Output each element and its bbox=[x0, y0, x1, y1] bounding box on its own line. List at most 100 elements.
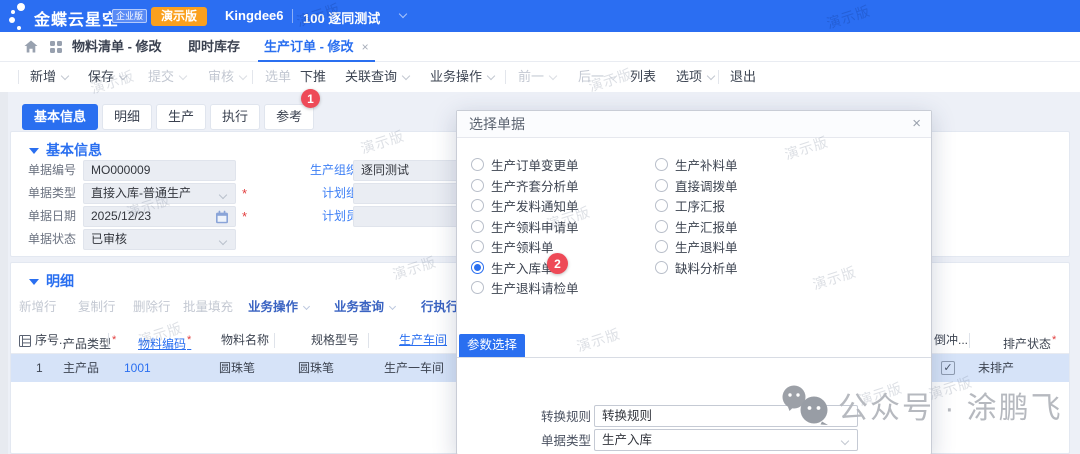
new-button[interactable]: 新增 bbox=[30, 62, 68, 92]
detail-section-header[interactable]: 明细 bbox=[29, 271, 74, 291]
tab-inventory[interactable]: 即时库存 bbox=[188, 32, 240, 62]
dialog-bill-type-select[interactable]: 生产入库 bbox=[594, 429, 858, 451]
tab-detail[interactable]: 明细 bbox=[102, 104, 152, 130]
field-label: 单据日期 bbox=[11, 206, 76, 227]
col-backflush[interactable]: 倒冲... bbox=[934, 327, 968, 354]
chevron-down-icon bbox=[219, 237, 227, 245]
option-shortage-analysis[interactable]: 缺料分析单 bbox=[655, 259, 738, 276]
radio-icon bbox=[655, 261, 668, 274]
cell-seq: 1 bbox=[36, 354, 43, 382]
option-picking-apply[interactable]: 生产领料申请单 bbox=[471, 218, 579, 235]
col-workshop[interactable]: 生产车间 bbox=[399, 327, 447, 354]
option-process-report[interactable]: 工序汇报 bbox=[655, 197, 725, 214]
cell-spec: 圆珠笔 bbox=[298, 354, 334, 382]
tab-execution[interactable]: 执行 bbox=[210, 104, 260, 130]
related-query-button[interactable]: 关联查询 bbox=[345, 62, 409, 92]
row-business-query-button[interactable]: 业务查询 bbox=[334, 297, 395, 317]
product-name: Kingdee6 bbox=[225, 8, 284, 23]
basic-info-section-header[interactable]: 基本信息 bbox=[29, 140, 102, 160]
option-inbound-bill[interactable]: 生产入库单 bbox=[471, 259, 554, 276]
tab-reference[interactable]: 参考 bbox=[264, 104, 314, 130]
options-button[interactable]: 选项 bbox=[676, 62, 714, 92]
tab-material-list[interactable]: 物料清单 - 修改 bbox=[72, 32, 162, 62]
cell-material-code[interactable]: 1001 bbox=[124, 354, 151, 382]
radio-icon bbox=[655, 179, 668, 192]
bill-status-select[interactable]: 已审核 bbox=[83, 229, 236, 250]
option-return-inspect[interactable]: 生产退料请检单 bbox=[471, 279, 579, 296]
account-chevron-down-icon[interactable] bbox=[399, 10, 407, 18]
list-button[interactable]: 列表 bbox=[630, 62, 656, 92]
radio-icon bbox=[471, 240, 484, 253]
radio-icon bbox=[655, 199, 668, 212]
toolbar-divider bbox=[505, 70, 506, 84]
backflush-checkbox[interactable]: ✓ bbox=[941, 361, 955, 375]
field-label-link: 生产组织 bbox=[293, 160, 358, 181]
batch-fill-button[interactable]: 批量填充 bbox=[183, 297, 233, 317]
cell-workshop: 生产一车间 bbox=[384, 354, 444, 382]
col-seq[interactable]: 序号.. bbox=[35, 327, 66, 354]
select-bill-dialog: 选择单据 × 生产订单变更单 生产齐套分析单 生产发料通知单 生产领料申请单 生… bbox=[456, 110, 932, 454]
param-select-tab[interactable]: 参数选择 bbox=[459, 334, 525, 357]
radio-icon bbox=[471, 281, 484, 294]
dialog-title: 选择单据 bbox=[457, 111, 931, 138]
tab-close-icon[interactable]: × bbox=[362, 40, 369, 54]
row-execute-button[interactable]: 行执行 bbox=[421, 297, 459, 317]
topbar-divider bbox=[292, 9, 293, 23]
convert-rule-input[interactable]: 转换规则 bbox=[594, 405, 858, 427]
required-star: * bbox=[1052, 334, 1056, 346]
tab-production-order[interactable]: 生产订单 - 修改× bbox=[258, 32, 375, 62]
field-label-link: 计划员 bbox=[293, 206, 358, 227]
collapse-triangle-icon[interactable] bbox=[29, 279, 39, 285]
required-star: * bbox=[187, 334, 191, 346]
option-issue-notice[interactable]: 生产发料通知单 bbox=[471, 197, 579, 214]
step-badge-1: 1 bbox=[301, 89, 320, 108]
option-order-change[interactable]: 生产订单变更单 bbox=[471, 156, 579, 173]
option-material-return[interactable]: 生产退料单 bbox=[655, 238, 738, 255]
top-bar: 金蝶云星空 企业版 演示版 Kingdee6 100 逐同测试 bbox=[0, 0, 1080, 32]
tab-production[interactable]: 生产 bbox=[156, 104, 206, 130]
apps-grid-icon[interactable] bbox=[50, 41, 62, 53]
previous-button[interactable]: 前一 bbox=[518, 62, 556, 92]
bill-no-field[interactable]: MO000009 bbox=[83, 160, 236, 181]
bill-type-label: 单据类型 bbox=[509, 430, 591, 452]
required-star: * bbox=[242, 206, 247, 227]
bill-type-select[interactable]: 直接入库-普通生产 bbox=[83, 183, 236, 204]
radio-icon bbox=[471, 199, 484, 212]
calendar-icon[interactable] bbox=[215, 210, 229, 224]
dialog-close-icon[interactable]: × bbox=[912, 115, 921, 133]
required-star: * bbox=[112, 334, 116, 346]
select-bill-button[interactable]: 选单 bbox=[265, 62, 291, 92]
collapse-triangle-icon[interactable] bbox=[29, 148, 39, 154]
account-name[interactable]: 100 逐同测试 bbox=[303, 8, 380, 27]
radio-selected-icon bbox=[471, 261, 484, 274]
tab-basic-info[interactable]: 基本信息 bbox=[22, 104, 98, 130]
cell-schedule-status: 未排产 bbox=[978, 354, 1014, 382]
option-picking-bill[interactable]: 生产领料单 bbox=[471, 238, 554, 255]
option-direct-transfer[interactable]: 直接调拨单 bbox=[655, 177, 738, 194]
chevron-down-icon bbox=[841, 437, 849, 445]
col-material-name[interactable]: 物料名称 bbox=[221, 327, 269, 354]
copy-row-button[interactable]: 复制行 bbox=[78, 297, 116, 317]
edition-badge: 企业版 bbox=[112, 9, 147, 23]
bill-date-field[interactable]: 2025/12/23 bbox=[83, 206, 236, 227]
col-spec[interactable]: 规格型号 bbox=[311, 327, 359, 354]
cell-material-name: 圆珠笔 bbox=[219, 354, 255, 382]
push-down-button[interactable]: 下推 bbox=[300, 62, 326, 92]
option-kitting-analysis[interactable]: 生产齐套分析单 bbox=[471, 177, 579, 194]
option-production-report[interactable]: 生产汇报单 bbox=[655, 218, 738, 235]
radio-icon bbox=[655, 240, 668, 253]
option-feeding-bill[interactable]: 生产补料单 bbox=[655, 156, 738, 173]
exit-button[interactable]: 退出 bbox=[730, 62, 756, 92]
page-tab-bar: 物料清单 - 修改 即时库存 生产订单 - 修改× bbox=[0, 32, 1080, 62]
row-selector-icon[interactable] bbox=[19, 335, 31, 347]
row-business-operation-button[interactable]: 业务操作 bbox=[248, 297, 309, 317]
next-button[interactable]: 后一 bbox=[578, 62, 616, 92]
audit-button[interactable]: 审核 bbox=[208, 62, 246, 92]
step-badge-2: 2 bbox=[547, 253, 568, 274]
home-icon[interactable] bbox=[24, 40, 38, 53]
submit-button[interactable]: 提交 bbox=[148, 62, 186, 92]
add-row-button[interactable]: 新增行 bbox=[19, 297, 57, 317]
delete-row-button[interactable]: 删除行 bbox=[133, 297, 171, 317]
save-button[interactable]: 保存 bbox=[88, 62, 126, 92]
business-operation-button[interactable]: 业务操作 bbox=[430, 62, 494, 92]
